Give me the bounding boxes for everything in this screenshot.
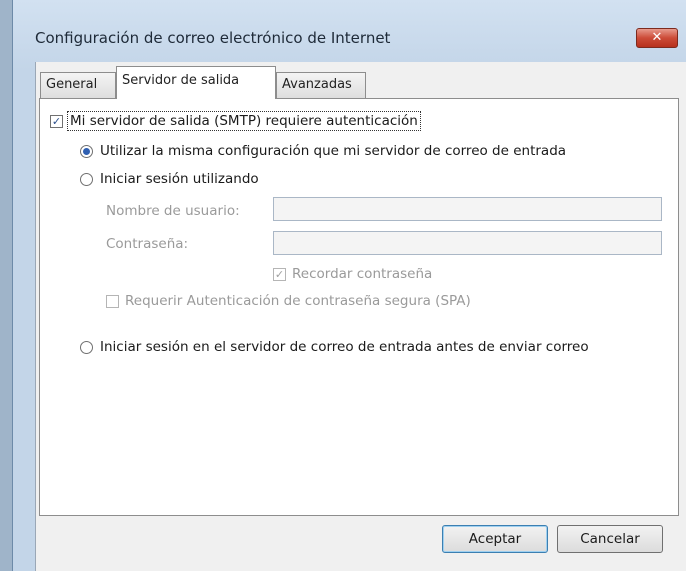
close-icon: ✕: [651, 30, 663, 45]
tab-label: Avanzadas: [282, 77, 352, 92]
same-settings-label: Utilizar la misma configuración que mi s…: [100, 143, 567, 159]
checkbox-checked-icon: ✓: [50, 114, 63, 128]
username-label: Nombre de usuario:: [106, 203, 240, 219]
tab-label: Servidor de salida: [122, 73, 240, 88]
settings-dialog: Configuración de correo electrónico de I…: [12, 0, 686, 571]
radio-empty-icon: [80, 172, 93, 186]
smtp-auth-label: Mi servidor de salida (SMTP) requiere au…: [67, 111, 421, 131]
tab-label: General: [46, 77, 98, 92]
dialog-title: Configuración de correo electrónico de I…: [35, 29, 391, 47]
tab-panel: ✓ Mi servidor de salida (SMTP) requiere …: [39, 98, 679, 516]
accept-button[interactable]: Aceptar: [442, 525, 548, 553]
cancel-button[interactable]: Cancelar: [557, 525, 663, 553]
smtp-auth-checkbox[interactable]: ✓ Mi servidor de salida (SMTP) requiere …: [50, 111, 421, 131]
checkbox-checked-icon: ✓: [273, 267, 286, 281]
radio-selected-icon: [80, 144, 93, 158]
password-label: Contraseña:: [106, 236, 189, 252]
spa-checkbox[interactable]: Requerir Autenticación de contraseña seg…: [106, 293, 471, 309]
radio-login-before-send[interactable]: Iniciar sesión en el servidor de correo …: [80, 339, 589, 355]
close-button[interactable]: ✕: [636, 28, 678, 48]
radio-empty-icon: [80, 340, 93, 354]
password-field[interactable]: [273, 231, 662, 255]
radio-same-settings[interactable]: Utilizar la misma configuración que mi s…: [80, 143, 566, 159]
spa-label: Requerir Autenticación de contraseña seg…: [125, 293, 471, 309]
checkbox-empty-icon: [106, 294, 119, 308]
remember-password-checkbox[interactable]: ✓ Recordar contraseña: [273, 266, 432, 282]
tab-outgoing-server[interactable]: Servidor de salida: [116, 66, 276, 99]
title-bar[interactable]: Configuración de correo electrónico de I…: [13, 0, 686, 62]
tab-general[interactable]: General: [40, 72, 116, 98]
dialog-client: General Servidor de salida Avanzadas ✓ M…: [35, 62, 686, 571]
remember-password-label: Recordar contraseña: [292, 266, 433, 282]
login-before-send-label: Iniciar sesión en el servidor de correo …: [100, 339, 589, 355]
login-using-label: Iniciar sesión utilizando: [100, 171, 259, 187]
tab-advanced[interactable]: Avanzadas: [276, 72, 366, 98]
radio-login-using[interactable]: Iniciar sesión utilizando: [80, 171, 259, 187]
username-field[interactable]: [273, 197, 662, 221]
